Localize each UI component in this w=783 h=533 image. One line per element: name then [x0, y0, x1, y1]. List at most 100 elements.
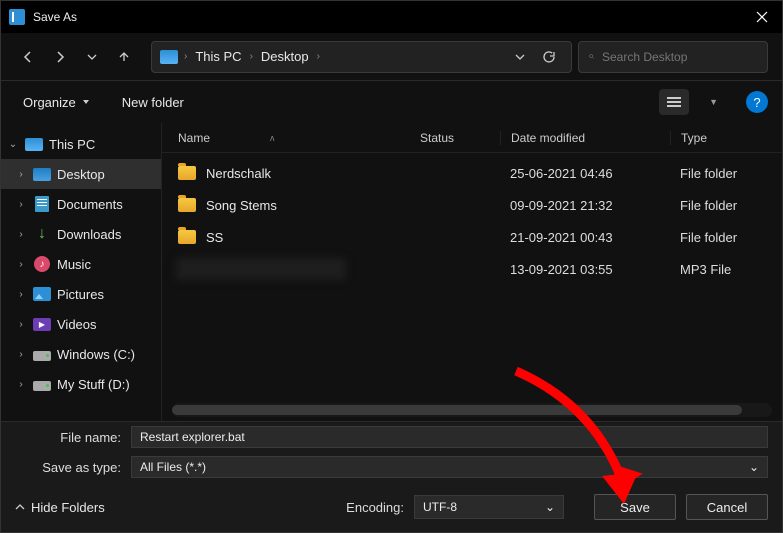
file-name: SS	[206, 230, 223, 245]
help-button[interactable]: ?	[746, 91, 768, 113]
document-icon	[35, 196, 49, 212]
hide-folders-label: Hide Folders	[31, 500, 105, 515]
back-button[interactable]	[15, 44, 41, 70]
chevron-down-icon: ⌄	[7, 139, 19, 150]
window-title: Save As	[33, 10, 742, 24]
sidebar-item-label: Documents	[57, 197, 123, 212]
chevron-right-icon: ›	[15, 229, 27, 240]
file-list: Nerdschalk 25-06-2021 04:46File folder S…	[162, 153, 782, 403]
drive-icon	[33, 381, 51, 391]
hide-folders-button[interactable]: Hide Folders	[15, 500, 105, 515]
column-name[interactable]: Nameʌ	[170, 131, 420, 145]
chevron-right-icon: ›	[317, 51, 320, 62]
folder-icon	[178, 230, 196, 244]
file-date: 09-09-2021 21:32	[500, 198, 670, 213]
chevron-right-icon: ›	[15, 319, 27, 330]
path-segment-thispc[interactable]: This PC	[191, 47, 245, 66]
column-date[interactable]: Date modified	[500, 131, 670, 145]
cancel-button[interactable]: Cancel	[686, 494, 768, 520]
sidebar-item-label: Desktop	[57, 167, 105, 182]
filename-input[interactable]	[131, 426, 768, 448]
sidebar-item-label: My Stuff (D:)	[57, 377, 130, 392]
organize-button[interactable]: Organize	[15, 91, 98, 114]
column-type[interactable]: Type	[670, 131, 774, 145]
folder-icon	[178, 198, 196, 212]
sidebar-item-thispc[interactable]: ⌄ This PC	[1, 129, 161, 159]
chevron-down-icon: ⌄	[545, 500, 555, 514]
chevron-right-icon: ›	[15, 349, 27, 360]
file-pane: Nameʌ Status Date modified Type Nerdscha…	[161, 123, 782, 421]
column-status[interactable]: Status	[420, 131, 500, 145]
address-bar[interactable]: › This PC › Desktop ›	[151, 41, 572, 73]
close-button[interactable]	[742, 1, 782, 33]
chevron-right-icon: ›	[15, 199, 27, 210]
encoding-label: Encoding:	[346, 500, 404, 515]
pictures-icon	[33, 287, 51, 301]
search-box[interactable]	[578, 41, 768, 73]
search-icon	[589, 50, 594, 63]
redacted-filename	[176, 258, 346, 280]
sidebar-item-desktop[interactable]: ›Desktop	[1, 159, 161, 189]
recent-dropdown[interactable]	[79, 44, 105, 70]
sidebar-item-label: Windows (C:)	[57, 347, 135, 362]
file-type: MP3 File	[670, 262, 774, 277]
view-button[interactable]	[659, 89, 689, 115]
sidebar-item-label: This PC	[49, 137, 95, 152]
forward-button[interactable]	[47, 44, 73, 70]
nav-row: › This PC › Desktop ›	[1, 33, 782, 81]
sidebar-item-music[interactable]: ›♪Music	[1, 249, 161, 279]
sidebar-item-drive-d[interactable]: › My Stuff (D:)	[1, 369, 161, 399]
desktop-icon	[33, 168, 51, 181]
videos-icon: ▶	[33, 318, 51, 331]
sidebar-item-downloads[interactable]: › ↓ Downloads	[1, 219, 161, 249]
encoding-select[interactable]: UTF-8⌄	[414, 495, 564, 519]
sidebar-item-pictures[interactable]: › Pictures	[1, 279, 161, 309]
new-folder-button[interactable]: New folder	[114, 91, 192, 114]
search-input[interactable]	[602, 50, 757, 64]
address-dropdown[interactable]	[509, 52, 531, 62]
sidebar-item-documents[interactable]: › Documents	[1, 189, 161, 219]
sidebar: ⌄This PC ›Desktop ›Documents ›↓Downloads…	[1, 123, 161, 421]
chevron-right-icon: ›	[15, 289, 27, 300]
sidebar-item-label: Downloads	[57, 227, 121, 242]
sidebar-item-videos[interactable]: › ▶ Videos	[1, 309, 161, 339]
path-segment-desktop[interactable]: Desktop	[257, 47, 313, 66]
download-icon: ↓	[33, 226, 51, 242]
chevron-right-icon: ›	[15, 379, 27, 390]
file-row[interactable]: Nerdschalk 25-06-2021 04:46File folder	[162, 157, 782, 189]
file-name: Nerdschalk	[206, 166, 271, 181]
folder-icon	[178, 166, 196, 180]
file-name: Song Stems	[206, 198, 277, 213]
sort-indicator-icon: ʌ	[270, 133, 275, 143]
sidebar-item-label: Music	[57, 257, 91, 272]
app-icon	[9, 9, 25, 25]
chevron-up-icon	[15, 502, 25, 512]
column-headers: Nameʌ Status Date modified Type	[162, 123, 782, 153]
file-row[interactable]: 13-09-2021 03:55MP3 File	[162, 253, 782, 285]
refresh-button[interactable]	[535, 50, 563, 64]
pc-icon	[160, 50, 178, 64]
toolbar: Organize New folder ▼ ?	[1, 81, 782, 123]
file-row[interactable]: SS 21-09-2021 00:43File folder	[162, 221, 782, 253]
savetype-select[interactable]: All Files (*.*) ⌄	[131, 456, 768, 478]
file-row[interactable]: Song Stems 09-09-2021 21:32File folder	[162, 189, 782, 221]
file-date: 21-09-2021 00:43	[500, 230, 670, 245]
savetype-label: Save as type:	[15, 460, 121, 475]
sidebar-item-label: Pictures	[57, 287, 104, 302]
file-type: File folder	[670, 166, 774, 181]
chevron-down-icon: ⌄	[749, 460, 759, 474]
file-type: File folder	[670, 198, 774, 213]
savetype-value: All Files (*.*)	[140, 460, 206, 474]
sidebar-item-label: Videos	[57, 317, 97, 332]
titlebar: Save As	[1, 1, 782, 33]
up-button[interactable]	[111, 44, 137, 70]
horizontal-scrollbar[interactable]	[172, 403, 772, 417]
chevron-right-icon: ›	[15, 259, 27, 270]
filename-label: File name:	[15, 430, 121, 445]
drive-icon	[33, 351, 51, 361]
save-button[interactable]: Save	[594, 494, 676, 520]
file-date: 13-09-2021 03:55	[500, 262, 670, 277]
organize-label: Organize	[23, 95, 76, 110]
view-dropdown[interactable]: ▼	[705, 97, 722, 107]
sidebar-item-drive-c[interactable]: › Windows (C:)	[1, 339, 161, 369]
